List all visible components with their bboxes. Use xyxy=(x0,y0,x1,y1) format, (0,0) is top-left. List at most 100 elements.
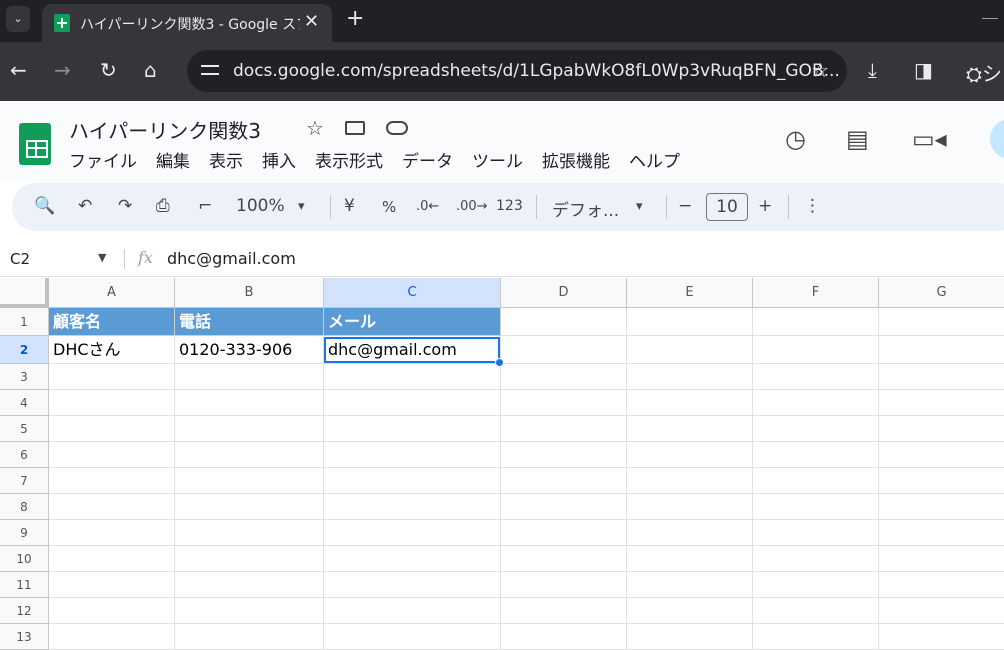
forward-icon[interactable]: → xyxy=(54,58,71,82)
grid-cell[interactable] xyxy=(627,364,753,390)
grid-cell[interactable] xyxy=(49,364,175,390)
grid-cell[interactable] xyxy=(753,598,879,624)
column-header-a[interactable]: A xyxy=(49,278,175,308)
percent-format-button[interactable]: % xyxy=(382,198,396,216)
grid-cell[interactable] xyxy=(501,442,627,468)
row-header-4[interactable]: 4 xyxy=(0,390,49,416)
menu-edit[interactable]: 編集 xyxy=(156,147,190,172)
search-icon[interactable]: 🔍 xyxy=(34,196,55,216)
grid-cell[interactable] xyxy=(175,546,324,572)
row-header-2[interactable]: 2 xyxy=(0,336,49,364)
grid-cell[interactable] xyxy=(49,598,175,624)
row-header-9[interactable]: 9 xyxy=(0,520,49,546)
menu-view[interactable]: 表示 xyxy=(209,147,243,172)
move-folder-icon[interactable] xyxy=(345,121,365,135)
grid-cell[interactable] xyxy=(175,520,324,546)
row-header-12[interactable]: 12 xyxy=(0,598,49,624)
grid-cell[interactable] xyxy=(324,598,501,624)
row-header-10[interactable]: 10 xyxy=(0,546,49,572)
fill-handle[interactable] xyxy=(495,358,504,367)
column-header-b[interactable]: B xyxy=(175,278,324,308)
grid-cell[interactable] xyxy=(879,308,1004,336)
grid-cell[interactable] xyxy=(175,598,324,624)
row-header-13[interactable]: 13 xyxy=(0,624,49,650)
currency-format-button[interactable]: ¥ xyxy=(344,196,355,216)
menu-data[interactable]: データ xyxy=(402,147,453,172)
name-box[interactable]: C2 xyxy=(10,250,30,268)
grid-cell[interactable] xyxy=(627,336,753,364)
grid-cell[interactable] xyxy=(753,468,879,494)
grid-cell[interactable] xyxy=(879,336,1004,364)
grid-cell[interactable] xyxy=(879,624,1004,650)
meet-icon[interactable]: ▭◂ xyxy=(912,125,947,153)
grid-cell[interactable] xyxy=(501,494,627,520)
row-header-5[interactable]: 5 xyxy=(0,416,49,442)
grid-cell[interactable] xyxy=(753,442,879,468)
grid-cell[interactable] xyxy=(753,494,879,520)
grid-cell[interactable] xyxy=(879,468,1004,494)
grid-cell[interactable] xyxy=(324,624,501,650)
grid-cell[interactable] xyxy=(501,416,627,442)
grid-cell[interactable] xyxy=(627,546,753,572)
grid-cell[interactable] xyxy=(879,442,1004,468)
grid-cell[interactable] xyxy=(49,624,175,650)
grid-cell[interactable] xyxy=(501,520,627,546)
grid-cell[interactable] xyxy=(501,546,627,572)
grid-cell[interactable] xyxy=(879,416,1004,442)
home-icon[interactable]: ⌂ xyxy=(144,58,157,82)
address-bar[interactable]: docs.google.com/spreadsheets/d/1LGpabWkO… xyxy=(187,50,847,92)
grid-cell[interactable] xyxy=(49,442,175,468)
cell-a1[interactable]: 顧客名 xyxy=(49,308,175,336)
grid-cell[interactable] xyxy=(753,416,879,442)
profile-icon[interactable]: ⛭シ xyxy=(966,58,1002,87)
tab-search-button[interactable]: ⌄ xyxy=(6,6,30,32)
more-formats-button[interactable]: 123 xyxy=(496,198,523,214)
grid-cell[interactable] xyxy=(175,494,324,520)
row-header-8[interactable]: 8 xyxy=(0,494,49,520)
grid-cell[interactable] xyxy=(49,572,175,598)
grid-cell[interactable] xyxy=(753,546,879,572)
decrease-font-size-button[interactable]: − xyxy=(678,196,692,216)
tab-close-icon[interactable]: ✕ xyxy=(304,11,319,32)
grid-cell[interactable] xyxy=(501,598,627,624)
redo-icon[interactable]: ↷ xyxy=(118,196,132,216)
grid-cell[interactable] xyxy=(324,364,501,390)
grid-cell[interactable] xyxy=(49,416,175,442)
paint-format-icon[interactable]: ⌐ xyxy=(198,196,212,216)
grid-cell[interactable] xyxy=(324,494,501,520)
menu-tools[interactable]: ツール xyxy=(472,147,523,172)
grid-cell[interactable] xyxy=(627,442,753,468)
reload-icon[interactable]: ↻ xyxy=(100,58,117,82)
grid-cell[interactable] xyxy=(753,308,879,336)
grid-cell[interactable] xyxy=(501,364,627,390)
grid-cell[interactable] xyxy=(627,390,753,416)
browser-tab[interactable]: ハイパーリンク関数3 - Google スプレッドシート ✕ xyxy=(42,4,332,42)
name-box-dropdown-icon[interactable]: ▼ xyxy=(98,251,106,264)
minimize-window-button[interactable] xyxy=(982,18,998,19)
grid-cell[interactable] xyxy=(753,572,879,598)
grid-cell[interactable] xyxy=(753,390,879,416)
site-info-icon[interactable] xyxy=(201,60,219,80)
grid-cell[interactable] xyxy=(49,494,175,520)
column-header-e[interactable]: E xyxy=(627,278,753,308)
grid-cell[interactable] xyxy=(627,308,753,336)
grid-cell[interactable] xyxy=(175,468,324,494)
grid-cell[interactable] xyxy=(175,624,324,650)
print-icon[interactable]: ⎙ xyxy=(156,196,170,216)
column-header-c[interactable]: C xyxy=(324,278,501,308)
grid-cell[interactable] xyxy=(879,572,1004,598)
grid-cell[interactable] xyxy=(501,308,627,336)
grid-cell[interactable] xyxy=(879,364,1004,390)
grid-cell[interactable] xyxy=(627,624,753,650)
grid-cell[interactable] xyxy=(627,416,753,442)
row-header-6[interactable]: 6 xyxy=(0,442,49,468)
cell-b2[interactable]: 0120-333-906 xyxy=(175,336,324,364)
grid-cell[interactable] xyxy=(324,546,501,572)
row-header-11[interactable]: 11 xyxy=(0,572,49,598)
new-tab-button[interactable]: + xyxy=(346,6,364,31)
grid-cell[interactable] xyxy=(49,468,175,494)
back-icon[interactable]: ← xyxy=(10,58,27,82)
comment-icon[interactable]: ▤ xyxy=(846,125,869,153)
menu-insert[interactable]: 挿入 xyxy=(262,147,296,172)
grid-cell[interactable] xyxy=(753,364,879,390)
